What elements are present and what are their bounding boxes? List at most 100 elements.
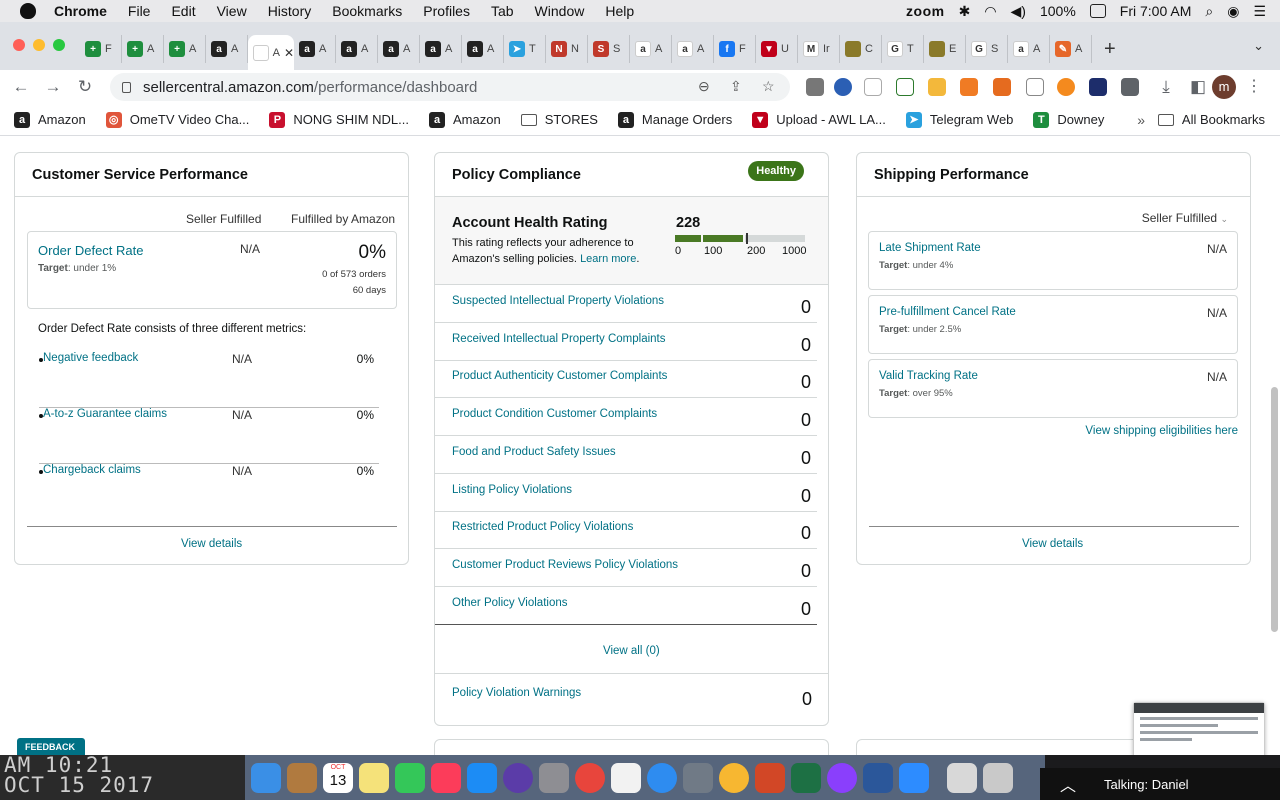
- bookmark-star-icon[interactable]: ☆: [762, 78, 775, 95]
- extension-icon-off-badge[interactable]: [993, 78, 1011, 96]
- bookmark-item[interactable]: ▼ Upload - AWL LA...: [752, 111, 886, 128]
- browser-tab[interactable]: aA: [378, 35, 420, 63]
- url-text[interactable]: sellercentral.amazon.com/performance/das…: [143, 79, 477, 96]
- order-defect-rate-link[interactable]: Order Defect Rate: [38, 243, 144, 258]
- browser-tab[interactable]: ✎ A: [1050, 35, 1092, 63]
- zoom-app-icon[interactable]: [899, 762, 929, 793]
- bookmark-item[interactable]: P NONG SHIM NDL...: [269, 111, 409, 128]
- policy-violation-link[interactable]: Product Authenticity Customer Complaints: [452, 370, 667, 382]
- shipping-view-details-link[interactable]: View details: [1022, 538, 1083, 550]
- bookmark-item[interactable]: T Downey: [1033, 111, 1104, 128]
- menu-history[interactable]: History: [268, 3, 312, 19]
- browser-tab[interactable]: + A: [164, 35, 206, 63]
- reload-icon[interactable]: ↻: [74, 77, 96, 97]
- download-icon[interactable]: ⤓: [1155, 77, 1177, 97]
- extensions-puzzle-icon[interactable]: [1121, 78, 1139, 96]
- odr-metric-link[interactable]: A-to-z Guarantee claims: [43, 408, 167, 420]
- zoom-status[interactable]: zoom: [906, 3, 945, 19]
- wifi-icon[interactable]: ◠: [984, 3, 996, 20]
- policy-violation-link[interactable]: Food and Product Safety Issues: [452, 446, 616, 458]
- new-tab-icon[interactable]: +: [1104, 38, 1116, 61]
- extension-icon-rs[interactable]: [896, 78, 914, 96]
- browser-tab[interactable]: aA: [336, 35, 378, 63]
- chevron-up-icon[interactable]: ︿: [1060, 772, 1076, 796]
- siri-app-icon[interactable]: [503, 762, 533, 793]
- extension-icon-star[interactable]: [928, 78, 946, 96]
- page-scrollbar[interactable]: [1271, 387, 1278, 632]
- menu-bookmarks[interactable]: Bookmarks: [332, 3, 402, 19]
- forward-arrow-icon[interactable]: →: [42, 77, 64, 97]
- photos-icon[interactable]: [719, 762, 749, 793]
- share-icon[interactable]: ⇪: [730, 78, 742, 95]
- powerpoint-icon[interactable]: [755, 762, 785, 793]
- menu-view[interactable]: View: [217, 3, 247, 19]
- apple-icon[interactable]: [20, 3, 36, 19]
- profile-avatar[interactable]: m: [1212, 75, 1236, 99]
- browser-tab[interactable]: E: [924, 35, 966, 63]
- zoom-magnifier-icon[interactable]: ⊖: [698, 78, 710, 95]
- browser-tab[interactable]: A ✕: [248, 35, 294, 71]
- bookmark-item[interactable]: ◎ OmeTV Video Cha...: [105, 111, 249, 128]
- browser-tab[interactable]: SS: [588, 35, 630, 63]
- music-icon[interactable]: [431, 762, 461, 793]
- maximize-window-button[interactable]: [53, 39, 65, 51]
- spotlight-icon[interactable]: ⌕: [1205, 3, 1213, 20]
- lock-icon[interactable]: [122, 81, 131, 93]
- policy-violation-link[interactable]: Customer Product Reviews Policy Violatio…: [452, 559, 678, 571]
- browser-tab[interactable]: M Ir: [798, 35, 840, 63]
- battery-icon[interactable]: [1089, 4, 1106, 18]
- bookmark-item[interactable]: STORES: [520, 112, 598, 127]
- browser-tab[interactable]: aA: [294, 35, 336, 63]
- browser-tab[interactable]: aA: [420, 35, 462, 63]
- bookmark-item[interactable]: a Amazon: [429, 111, 501, 128]
- browser-tab[interactable]: GT: [882, 35, 924, 63]
- policy-violation-link[interactable]: Restricted Product Policy Violations: [452, 521, 633, 533]
- menu-app-name[interactable]: Chrome: [54, 3, 107, 19]
- trash-icon[interactable]: [983, 762, 1013, 793]
- extension-icon-f[interactable]: [1089, 78, 1107, 96]
- menu-file[interactable]: File: [128, 3, 151, 19]
- browser-tab[interactable]: fF: [714, 35, 756, 63]
- browser-tab[interactable]: aA: [672, 35, 714, 63]
- policy-violation-link[interactable]: Listing Policy Violations: [452, 484, 572, 496]
- app-store-icon[interactable]: [467, 762, 497, 793]
- browser-tab[interactable]: + F: [80, 35, 122, 63]
- extension-icon-off[interactable]: [806, 78, 824, 96]
- menu-profiles[interactable]: Profiles: [423, 3, 470, 19]
- shipping-metric-link[interactable]: Late Shipment Rate: [879, 242, 981, 254]
- extension-icon-js[interactable]: [960, 78, 978, 96]
- browser-menu-icon[interactable]: ⋮: [1246, 76, 1262, 96]
- close-tab-icon[interactable]: ✕: [284, 46, 294, 60]
- safari-icon[interactable]: [647, 762, 677, 793]
- messenger-icon[interactable]: [827, 762, 857, 793]
- system-preferences-icon[interactable]: [539, 762, 569, 793]
- shipping-metric-link[interactable]: Pre-fulfillment Cancel Rate: [879, 306, 1016, 318]
- shipping-metric-link[interactable]: Valid Tracking Rate: [879, 370, 978, 382]
- all-bookmarks-button[interactable]: All Bookmarks: [1157, 112, 1265, 127]
- siri-icon[interactable]: ◉: [1227, 3, 1239, 20]
- notes-app-icon[interactable]: [287, 762, 317, 793]
- excel-icon[interactable]: [791, 762, 821, 793]
- shipping-eligibilities-link[interactable]: View shipping eligibilities here: [1085, 425, 1238, 437]
- volume-icon[interactable]: ◀): [1011, 3, 1026, 20]
- calendar-icon[interactable]: OCT 13: [323, 762, 353, 793]
- menu-window[interactable]: Window: [535, 3, 585, 19]
- word-icon[interactable]: [863, 762, 893, 793]
- minimize-window-button[interactable]: [33, 39, 45, 51]
- odr-metric-link[interactable]: Chargeback claims: [43, 464, 141, 476]
- document-stack-icon[interactable]: [947, 762, 977, 793]
- tab-search-chevron-icon[interactable]: ⌄: [1253, 38, 1264, 54]
- policy-violation-link[interactable]: Suspected Intellectual Property Violatio…: [452, 295, 664, 307]
- bookmarks-overflow-icon[interactable]: »: [1137, 112, 1145, 128]
- browser-tab[interactable]: aA: [1008, 35, 1050, 63]
- menu-help[interactable]: Help: [605, 3, 634, 19]
- browser-tab[interactable]: ▼ U: [756, 35, 798, 63]
- control-center-icon[interactable]: ☰: [1253, 3, 1266, 20]
- menu-edit[interactable]: Edit: [171, 3, 195, 19]
- menu-tab[interactable]: Tab: [491, 3, 514, 19]
- bookmark-item[interactable]: ➤ Telegram Web: [905, 111, 1013, 128]
- extension-icon-copy[interactable]: [1026, 78, 1044, 96]
- odr-metric-link[interactable]: Negative feedback: [43, 352, 138, 364]
- reminders-icon[interactable]: [611, 762, 641, 793]
- shipping-filter-dropdown[interactable]: Seller Fulfilled ⌄: [1142, 211, 1228, 225]
